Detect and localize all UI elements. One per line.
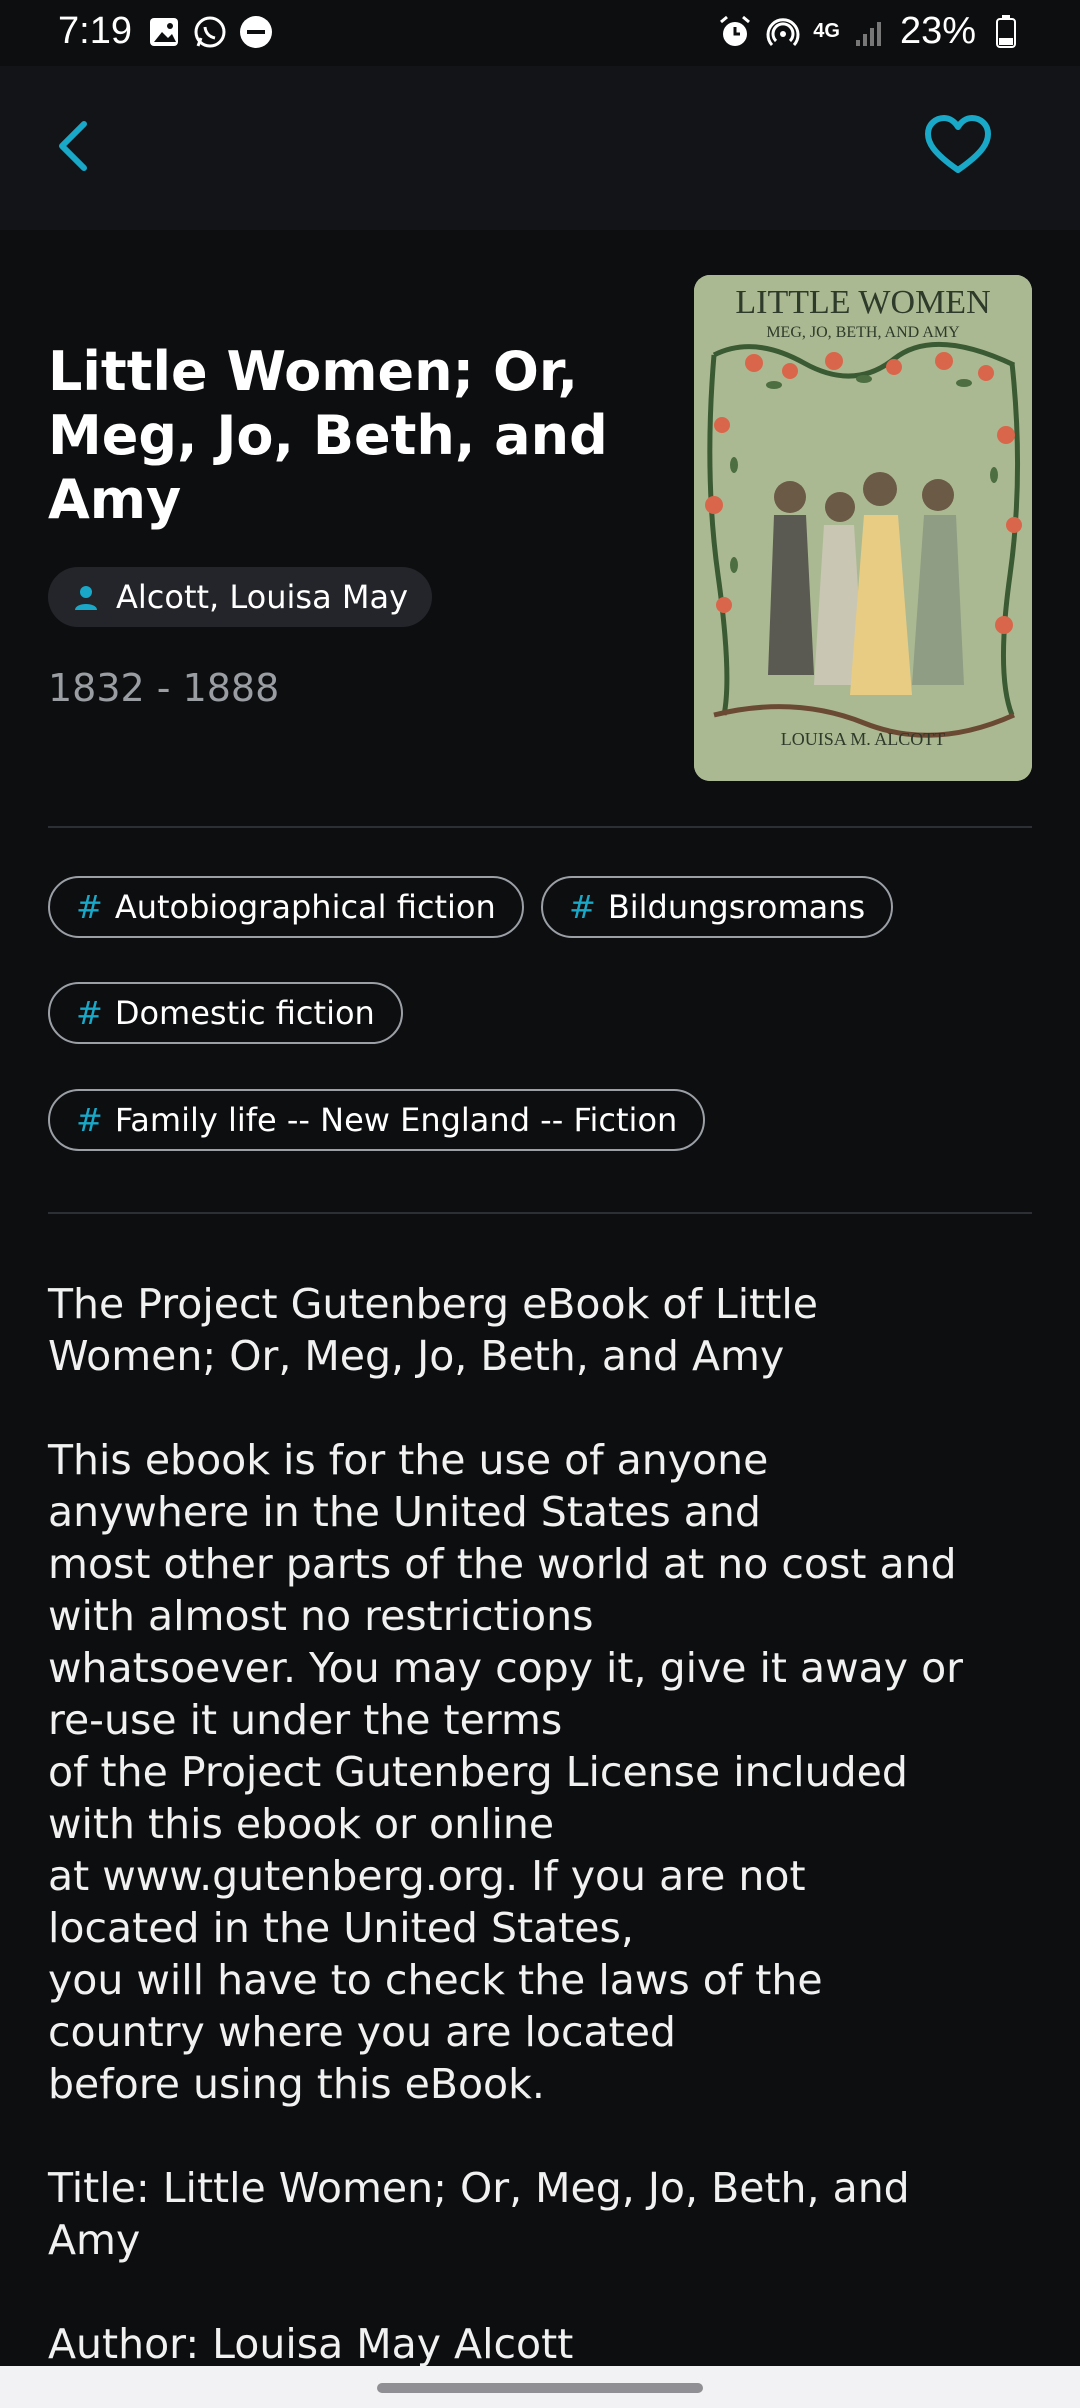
favorite-button[interactable] (922, 114, 994, 178)
person-icon (75, 586, 97, 610)
cover-title: LITTLE WOMEN (735, 284, 990, 321)
tag-chip[interactable]: # Domestic fiction (48, 982, 403, 1044)
divider (48, 826, 1032, 828)
author-chip[interactable]: Alcott, Louisa May (48, 567, 433, 627)
tag-chip[interactable]: # Autobiographical fiction (48, 876, 524, 938)
signal-icon (855, 21, 881, 46)
network-type: 4G (813, 20, 840, 42)
notification-icons (146, 14, 274, 50)
tag-label: Autobiographical fiction (114, 888, 496, 926)
whatsapp-icon (194, 16, 226, 48)
gallery-icon (150, 18, 178, 46)
hash-icon: # (569, 888, 596, 926)
book-cover: LITTLE WOMEN MEG, JO, BETH, AND AMY LOUI… (694, 275, 1032, 781)
cover-author: LOUISA M. ALCOTT (781, 729, 946, 749)
navigation-bar (0, 2366, 1080, 2408)
hash-icon: # (76, 1101, 103, 1139)
author-years: 1832 - 1888 (48, 666, 280, 710)
tag-label: Bildungsromans (607, 888, 866, 926)
battery-icon (996, 14, 1016, 48)
status-time: 7:19 (58, 10, 132, 52)
hotspot-icon (766, 17, 800, 46)
author-name: Alcott, Louisa May (116, 578, 409, 616)
heart-outline-icon (925, 115, 991, 173)
back-button[interactable] (44, 114, 108, 178)
tag-chip[interactable]: # Bildungsromans (541, 876, 894, 938)
status-bar: 7:19 4G 23% (0, 0, 1080, 66)
chevron-left-icon (59, 121, 87, 171)
tag-chip[interactable]: # Family life -- New England -- Fiction (48, 1089, 706, 1151)
battery-percent: 23% (899, 10, 976, 52)
tag-label: Domestic fiction (114, 994, 375, 1032)
home-gesture-handle[interactable] (377, 2383, 703, 2393)
book-title: Little Women; Or, Meg, Jo, Beth, and Amy (48, 340, 608, 531)
alarm-icon (720, 15, 751, 46)
hash-icon: # (76, 888, 103, 926)
hash-icon: # (76, 994, 103, 1032)
cover-subtitle: MEG, JO, BETH, AND AMY (766, 324, 960, 341)
tag-label: Family life -- New England -- Fiction (114, 1101, 678, 1139)
do-not-disturb-icon (240, 16, 272, 48)
top-app-bar (0, 66, 1080, 230)
system-icons: 4G 23% (717, 10, 1024, 53)
book-description: The Project Gutenberg eBook of Little Wo… (48, 1280, 964, 2368)
divider (48, 1212, 1032, 1214)
